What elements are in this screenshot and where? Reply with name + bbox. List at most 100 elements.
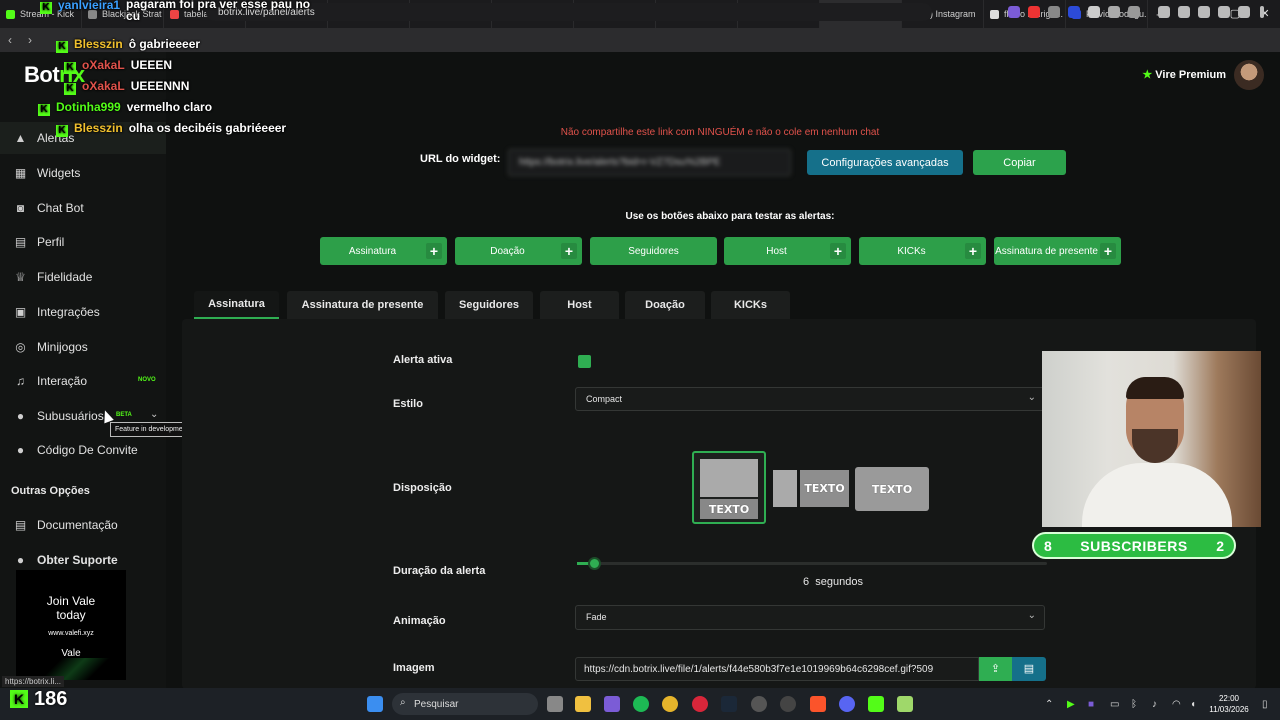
test-alert-button[interactable]: Doação +	[455, 237, 582, 265]
animation-label: Animação	[393, 615, 446, 627]
tab-alert-type[interactable]: Doação	[625, 291, 705, 319]
system-clock[interactable]: 22:00 11/03/2026	[1206, 693, 1252, 715]
microphone-icon[interactable]: ♪	[1152, 699, 1157, 710]
webcam-beard	[1132, 429, 1178, 463]
avatar[interactable]	[1234, 60, 1264, 90]
discord-icon[interactable]	[839, 696, 855, 712]
puzzle-icon[interactable]	[1108, 6, 1120, 18]
play-icon[interactable]: ▶	[1067, 699, 1075, 710]
share-icon[interactable]	[1218, 6, 1230, 18]
sidebar-item-integra-es[interactable]: ▣ Integrações	[0, 296, 166, 328]
layout-option-overlay[interactable]: TEXTO	[855, 467, 929, 511]
app-icon[interactable]	[780, 696, 796, 712]
image-placeholder-icon	[700, 459, 758, 497]
notification-icon[interactable]: ▯	[1262, 699, 1268, 710]
sidebar-item-c-digo-de-convite[interactable]: ● Código De Convite	[0, 434, 166, 466]
ad-brand: Vale	[61, 648, 81, 659]
animation-select[interactable]: Fade ⌄	[575, 605, 1045, 630]
duration-label: Duração da alerta	[393, 565, 486, 577]
duration-readout: 6 segundos	[803, 576, 863, 588]
back-icon[interactable]: ‹	[0, 33, 20, 47]
task-view-icon[interactable]	[547, 696, 563, 712]
duration-slider-handle[interactable]	[588, 557, 601, 570]
style-value: Compact	[586, 394, 623, 404]
app-tray-icon[interactable]: ■	[1088, 699, 1094, 710]
test-alert-label: Assinatura	[348, 245, 397, 257]
extension-icon[interactable]	[1008, 6, 1020, 18]
extension-icon[interactable]	[1048, 6, 1060, 18]
sidebar-icon[interactable]	[1178, 6, 1190, 18]
tab-alert-type[interactable]: Assinatura de presente	[287, 291, 438, 319]
premium-label: Vire Premium	[1155, 69, 1226, 81]
kick-icon[interactable]	[868, 696, 884, 712]
test-alert-button[interactable]: Assinatura +	[320, 237, 447, 265]
duration-value: 6	[803, 576, 810, 588]
premium-link[interactable]: ★ Vire Premium	[1142, 68, 1226, 81]
test-alert-button[interactable]: Seguidores	[590, 237, 717, 265]
extension-icon[interactable]	[1028, 6, 1040, 18]
sidebar-item-fidelidade[interactable]: ♕ Fidelidade	[0, 261, 166, 293]
favicon-icon	[6, 9, 15, 19]
app-icon[interactable]	[751, 696, 767, 712]
chrome-icon[interactable]	[662, 696, 678, 712]
menu-icon[interactable]	[1260, 6, 1264, 18]
app-icon[interactable]	[604, 696, 620, 712]
tab-alert-type[interactable]: Assinatura	[194, 291, 279, 319]
test-alert-button[interactable]: Assinatura de presente +	[994, 237, 1121, 265]
style-select[interactable]: Compact ⌄	[575, 387, 1045, 411]
test-alert-button[interactable]: Host +	[724, 237, 851, 265]
chat-message: KoXakaL UEEENNN	[64, 79, 189, 95]
layout-option-stacked[interactable]: TEXTO	[692, 451, 766, 524]
upload-icon[interactable]: ⇪	[979, 657, 1012, 681]
spotify-icon[interactable]	[633, 696, 649, 712]
extension-icon[interactable]	[1128, 6, 1140, 18]
forward-icon[interactable]: ›	[20, 33, 40, 47]
opera-icon[interactable]	[692, 696, 708, 712]
notepad-icon[interactable]	[897, 696, 913, 712]
steam-icon[interactable]	[721, 696, 737, 712]
widget-url-field[interactable]: https://botrix.live/alerts?bid=r-VZ7Dsu%…	[508, 149, 791, 176]
wifi-icon[interactable]: ◠	[1172, 699, 1181, 710]
test-alert-button[interactable]: KICKs +	[859, 237, 986, 265]
layout-option-inline[interactable]: TEXTO	[773, 470, 849, 507]
windows-start-icon[interactable]	[367, 696, 383, 712]
duration-slider-track[interactable]	[577, 562, 1047, 565]
sidebar-item-label: Subusuários	[37, 409, 104, 423]
tab-alert-type[interactable]: Seguidores	[445, 291, 533, 319]
alert-active-checkbox[interactable]	[578, 355, 591, 368]
music-icon[interactable]	[1158, 6, 1170, 18]
wallet-icon[interactable]	[1198, 6, 1210, 18]
display-icon[interactable]: ▭	[1110, 699, 1119, 710]
close-window-button[interactable]: ✕	[1250, 0, 1280, 28]
copy-button[interactable]: Copiar	[973, 150, 1066, 175]
new-badge: NOVO	[138, 377, 156, 383]
gallery-icon[interactable]: ▤	[1012, 657, 1046, 681]
taskbar-search[interactable]: ⌕ Pesquisar	[392, 693, 538, 715]
brave-icon[interactable]	[810, 696, 826, 712]
file-explorer-icon[interactable]	[575, 696, 591, 712]
user-group-icon: ●	[16, 442, 25, 457]
chevron-down-icon[interactable]: ⌄	[150, 409, 158, 420]
sidebar-item-documenta-o[interactable]: ▤ Documentação	[0, 509, 166, 541]
volume-icon[interactable]: ◖	[1190, 699, 1196, 710]
shield-icon[interactable]	[1238, 6, 1250, 18]
gamepad-icon: ◎	[15, 339, 26, 354]
tab-alert-type[interactable]: KICKs	[711, 291, 790, 319]
plus-icon: +	[965, 243, 981, 259]
advanced-settings-button[interactable]: Configurações avançadas	[807, 150, 963, 175]
extension-icon[interactable]	[1068, 6, 1080, 18]
sidebar-item-perfil[interactable]: ▤ Perfil	[0, 226, 166, 258]
bluetooth-icon[interactable]: ᛒ	[1131, 699, 1137, 710]
section-title: Outras Opções	[11, 485, 90, 497]
image-placeholder-icon	[773, 470, 797, 507]
sidebar-item-minijogos[interactable]: ◎ Minijogos	[0, 331, 166, 363]
image-url-field[interactable]: https://cdn.botrix.live/file/1/alerts/f4…	[575, 657, 979, 681]
chat-text: UEEEN	[130, 58, 173, 72]
chevron-up-icon[interactable]: ⌃	[1045, 699, 1053, 710]
extension-icon[interactable]	[1088, 6, 1100, 18]
tab-alert-type[interactable]: Host	[540, 291, 619, 319]
sidebar-item-widgets[interactable]: ▦ Widgets	[0, 157, 166, 189]
vale-ad-banner[interactable]: Join Vale today www.valefi.xyz Vale	[16, 570, 126, 680]
favicon-icon	[990, 9, 999, 19]
sidebar-item-chat-bot[interactable]: ◙ Chat Bot	[0, 192, 166, 224]
